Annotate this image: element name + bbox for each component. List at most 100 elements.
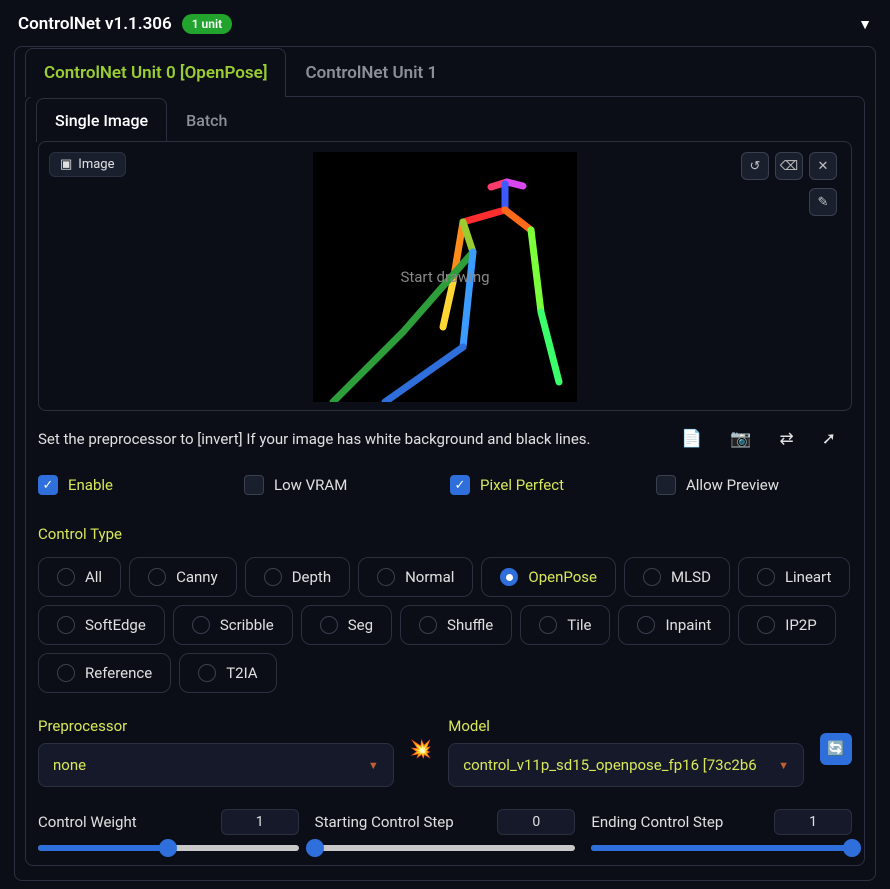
end-step-slider[interactable] [591, 845, 852, 851]
control-type-openpose[interactable]: OpenPose [481, 557, 616, 597]
checkbox-label: Enable [68, 476, 113, 494]
radio-icon [637, 616, 655, 634]
control-type-scribble[interactable]: Scribble [173, 605, 293, 645]
checkbox-low-vram[interactable]: Low VRAM [244, 475, 440, 495]
radio-icon [757, 616, 775, 634]
control-type-inpaint[interactable]: Inpaint [618, 605, 730, 645]
tab-single-image[interactable]: Single Image [36, 98, 167, 142]
checkbox-label: Low VRAM [274, 476, 347, 494]
unit-tabs: ControlNet Unit 0 [OpenPose] ControlNet … [15, 47, 875, 96]
control-type-tile[interactable]: Tile [520, 605, 610, 645]
radio-icon [264, 568, 282, 586]
control-type-depth[interactable]: Depth [245, 557, 350, 597]
checkbox-pixel-perfect[interactable]: ✓ Pixel Perfect [450, 475, 646, 495]
radio-icon [57, 568, 75, 586]
control-type-mlsd[interactable]: MLSD [624, 557, 730, 597]
slider-thumb[interactable] [843, 839, 861, 857]
slider-label: Ending Control Step [591, 813, 723, 831]
radio-label: Tile [567, 616, 591, 634]
chevron-down-icon: ▼ [368, 759, 379, 772]
control-type-ip2p[interactable]: IP2P [738, 605, 835, 645]
radio-label: Depth [292, 568, 331, 586]
radio-label: Scribble [220, 616, 274, 634]
tab-batch[interactable]: Batch [167, 98, 246, 142]
control-weight-slider[interactable] [38, 845, 299, 851]
radio-icon [757, 568, 775, 586]
radio-label: Shuffle [447, 616, 493, 634]
control-type-radio-group: All Canny Depth Normal OpenPose MLSD Lineart So… [26, 551, 864, 699]
radio-icon [198, 664, 216, 682]
slider-thumb[interactable] [159, 839, 177, 857]
control-type-softedge[interactable]: SoftEdge [38, 605, 165, 645]
radio-icon [419, 616, 437, 634]
control-type-shuffle[interactable]: Shuffle [400, 605, 512, 645]
radio-icon [320, 616, 338, 634]
control-type-canny[interactable]: Canny [129, 557, 237, 597]
chevron-down-icon: ▼ [778, 759, 789, 772]
model-dropdown[interactable]: control_v11p_sd15_openpose_fp16 [73c2b6 … [448, 743, 804, 787]
control-type-lineart[interactable]: Lineart [738, 557, 850, 597]
dropdown-value: none [53, 756, 86, 774]
radio-label: Inpaint [665, 616, 711, 634]
radio-label: Canny [176, 568, 218, 586]
radio-label: Reference [85, 664, 152, 682]
preprocessor-label: Preprocessor [38, 717, 394, 735]
checkbox-enable[interactable]: ✓ Enable [38, 475, 234, 495]
control-type-t2ia[interactable]: T2IA [179, 653, 276, 693]
close-icon[interactable]: ✕ [809, 152, 837, 180]
radio-icon [539, 616, 557, 634]
radio-label: T2IA [226, 664, 257, 682]
control-weight-input[interactable]: 1 [221, 809, 299, 835]
send-icon[interactable]: ➚ [822, 429, 836, 449]
start-step-input[interactable]: 0 [497, 809, 575, 835]
pen-icon[interactable]: ✎ [809, 188, 837, 216]
check-icon [656, 475, 676, 495]
checkbox-label: Pixel Perfect [480, 476, 564, 494]
image-input-box[interactable]: ▣ Image [38, 141, 852, 411]
radio-icon [57, 664, 75, 682]
document-icon[interactable]: 📄 [681, 429, 702, 449]
control-type-normal[interactable]: Normal [358, 557, 473, 597]
page-title: ControlNet v1.1.306 [18, 14, 172, 34]
image-icon: ▣ [60, 157, 72, 172]
radio-icon [500, 568, 518, 586]
control-type-seg[interactable]: Seg [301, 605, 392, 645]
checkbox-label: Allow Preview [686, 476, 779, 494]
refresh-button[interactable]: 🔄 [820, 733, 852, 765]
slider-thumb[interactable] [306, 839, 324, 857]
start-step-slider[interactable] [315, 845, 576, 851]
control-type-all[interactable]: All [38, 557, 121, 597]
swap-icon[interactable]: ⇄ [780, 429, 794, 449]
radio-icon [192, 616, 210, 634]
radio-label: IP2P [785, 616, 816, 634]
radio-label: OpenPose [528, 568, 597, 586]
tab-unit-1[interactable]: ControlNet Unit 1 [286, 48, 456, 97]
pose-canvas[interactable]: Start drawing [313, 152, 577, 402]
check-icon: ✓ [450, 475, 470, 495]
undo-icon[interactable]: ↺ [741, 152, 769, 180]
erase-icon[interactable]: ⌫ [775, 152, 803, 180]
radio-label: Seg [348, 616, 373, 634]
radio-icon [57, 616, 75, 634]
radio-label: Lineart [785, 568, 831, 586]
radio-icon [377, 568, 395, 586]
tab-unit-0[interactable]: ControlNet Unit 0 [OpenPose] [25, 48, 286, 97]
canvas-overlay-text: Start drawing [400, 268, 489, 286]
radio-icon [148, 568, 166, 586]
control-type-reference[interactable]: Reference [38, 653, 171, 693]
collapse-icon[interactable]: ▼ [858, 16, 872, 33]
image-label-text: Image [78, 157, 114, 172]
control-type-label: Control Type [26, 503, 864, 551]
explosion-icon[interactable]: 💥 [410, 739, 432, 760]
preprocessor-dropdown[interactable]: none ▼ [38, 743, 394, 787]
dropdown-value: control_v11p_sd15_openpose_fp16 [73c2b6 [463, 756, 757, 774]
radio-label: SoftEdge [85, 616, 146, 634]
checkbox-allow-preview[interactable]: Allow Preview [656, 475, 852, 495]
end-step-input[interactable]: 1 [774, 809, 852, 835]
refresh-icon: 🔄 [827, 741, 844, 757]
check-icon: ✓ [38, 475, 58, 495]
radio-label: Normal [405, 568, 454, 586]
camera-icon[interactable]: 📷 [730, 429, 751, 449]
check-icon [244, 475, 264, 495]
slider-label: Control Weight [38, 813, 137, 831]
